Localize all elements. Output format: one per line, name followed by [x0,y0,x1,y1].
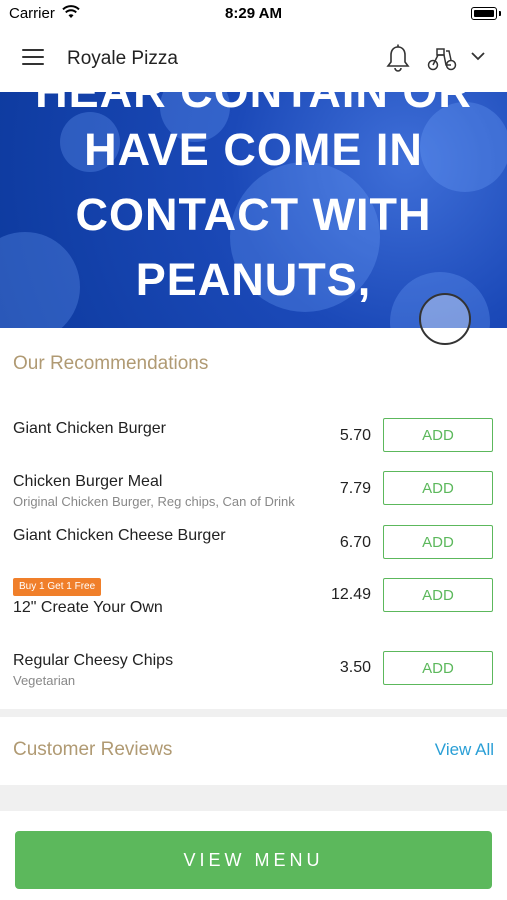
battery-tip [499,11,501,16]
status-bar: Carrier 8:29 AM [0,0,507,28]
item-description: Vegetarian [13,673,76,688]
item-price: 3.50 [339,659,371,676]
item-price: 6.70 [339,534,371,551]
delivery-scooter-icon[interactable] [426,46,458,72]
section-divider [0,709,507,717]
item-name: Giant Chicken Cheese Burger [13,527,226,544]
add-button[interactable]: ADD [383,651,493,685]
item-price: 5.70 [339,427,371,444]
restaurant-title: Royale Pizza [67,48,178,69]
hamburger-menu-icon[interactable] [22,49,46,67]
banner-line: HAVE COME IN [84,124,423,175]
banner-line: CONTACT WITH [75,189,432,240]
view-all-link[interactable]: View All [435,740,494,760]
chevron-down-icon[interactable] [470,50,486,62]
add-button[interactable]: ADD [383,525,493,559]
promo-banner: HEAR CONTAIN OR HAVE COME IN CONTACT WIT… [0,92,507,328]
item-name: Giant Chicken Burger [13,420,166,437]
item-description: Original Chicken Burger, Reg chips, Can … [13,494,295,509]
bell-icon[interactable] [386,44,410,72]
item-name: 12" Create Your Own [13,599,163,616]
add-button[interactable]: ADD [383,578,493,612]
add-button[interactable]: ADD [383,418,493,452]
touch-indicator [419,293,471,345]
item-price: 12.49 [330,586,371,603]
promo-badge: Buy 1 Get 1 Free [13,578,102,596]
recommendations-title: Our Recommendations [13,353,209,374]
section-divider [0,785,507,811]
view-menu-button[interactable]: VIEW MENU [15,831,492,889]
add-button[interactable]: ADD [383,471,493,505]
item-name: Chicken Burger Meal [13,473,163,490]
item-name: Regular Cheesy Chips [13,652,174,669]
reviews-title: Customer Reviews [13,739,173,760]
clock: 8:29 AM [225,5,282,22]
item-price: 7.79 [339,480,371,497]
app-header: Royale Pizza [0,28,507,93]
battery-icon [471,7,497,20]
